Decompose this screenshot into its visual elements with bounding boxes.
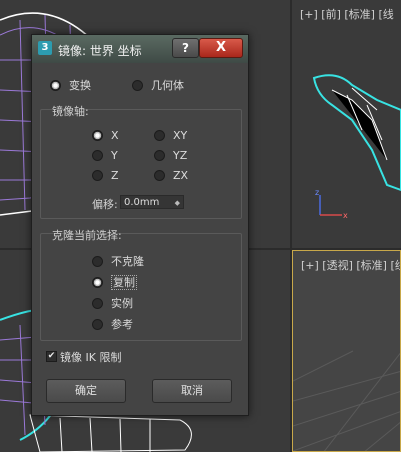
mode-transform-radio[interactable]: 变换 [50,77,91,93]
axis-yz-label: YZ [173,149,188,162]
axis-xy-label: XY [173,129,188,142]
clone-reference-label: 参考 [111,318,133,331]
radio-selected-icon [92,276,103,288]
close-button[interactable]: X [199,38,243,58]
offset-spinner[interactable]: 0.0mm ◆ [120,195,184,209]
axis-zx-radio[interactable]: ZX [154,169,188,182]
radio-selected-icon [50,79,61,91]
clone-none-label: 不克隆 [111,255,144,268]
clone-instance-radio[interactable]: 实例 [92,295,133,311]
dialog-titlebar[interactable]: 3 镜像: 世界 坐标 ? X [32,35,248,63]
mirror-ik-label: 镜像 IK 限制 [60,351,122,364]
clone-none-radio[interactable]: 不克隆 [92,253,144,269]
dialog-title: 镜像: 世界 坐标 [58,44,142,58]
ok-button[interactable]: 确定 [46,379,126,403]
mode-geometry-radio[interactable]: 几何体 [132,77,184,93]
radio-unselected-icon [92,297,103,309]
radio-unselected-icon [132,79,143,91]
clone-reference-radio[interactable]: 参考 [92,316,133,332]
radio-unselected-icon [92,169,103,181]
radio-unselected-icon [92,318,103,330]
axis-z-label: Z [111,169,119,182]
clone-copy-label: 复制 [111,275,137,290]
mode-transform-label: 变换 [69,79,91,92]
spinner-arrows-icon[interactable]: ◆ [175,196,180,210]
radio-unselected-icon [154,149,165,161]
axis-x-label: X [111,129,119,142]
axis-x-radio[interactable]: X [92,129,119,142]
app-logo-icon: 3 [38,41,52,55]
mirror-axis-title: 镜像轴: [52,105,89,118]
radio-selected-icon [92,129,103,141]
clone-selection-group [40,233,242,341]
radio-unselected-icon [154,169,165,181]
radio-unselected-icon [92,149,103,161]
clone-selection-title: 克隆当前选择: [52,229,122,242]
clone-copy-radio[interactable]: 复制 [92,274,137,290]
axis-tripod-icon: z x [315,188,348,220]
axis-yz-radio[interactable]: YZ [154,149,187,162]
mirror-dialog: 3 镜像: 世界 坐标 ? X 变换 几何体 镜像轴: X XY Y YZ Z … [31,34,249,416]
axis-z-radio[interactable]: Z [92,169,119,182]
radio-unselected-icon [154,129,165,141]
cancel-button[interactable]: 取消 [152,379,232,403]
checkmark-icon: ✔ [47,351,56,361]
perspective-grid [293,350,400,451]
help-button[interactable]: ? [172,38,199,58]
mirror-ik-checkbox[interactable]: ✔ [46,351,57,362]
offset-value: 0.0mm [124,197,160,208]
axis-zx-label: ZX [173,169,189,182]
axis-y-radio[interactable]: Y [92,149,118,162]
clone-instance-label: 实例 [111,297,133,310]
radio-unselected-icon [92,255,103,267]
svg-text:x: x [343,211,348,220]
mode-geometry-label: 几何体 [151,79,184,92]
axis-y-label: Y [111,149,118,162]
axis-xy-radio[interactable]: XY [154,129,187,142]
svg-text:z: z [315,188,319,197]
viewport-perspective[interactable]: [+] [透视] [标准] [线 [292,250,401,452]
viewport-front[interactable]: [+] [前] [标准] [线 z x [292,0,401,248]
offset-label: 偏移: [92,198,118,211]
